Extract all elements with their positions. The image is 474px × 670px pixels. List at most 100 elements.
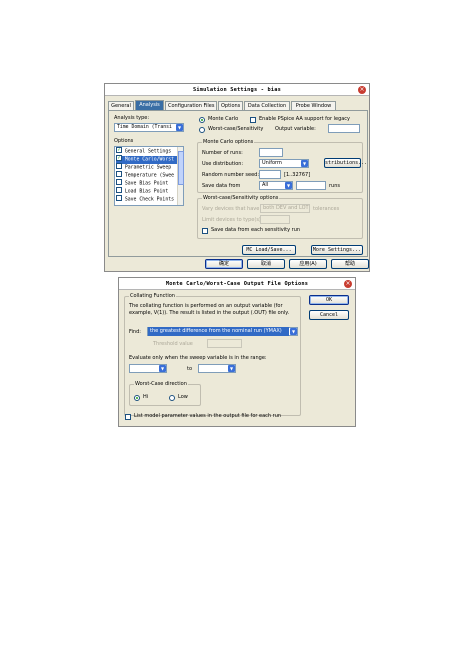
output-file-options-title: Monte Carlo/Worst-Case Output File Optio… (119, 278, 355, 290)
cancel-button[interactable]: 取消 (247, 259, 285, 269)
number-of-runs-label: Number of runs: (202, 150, 243, 156)
list-item-label: Parametric Sweep (124, 165, 172, 171)
enable-pspice-aa-label: Enable PSpice AA support for legacy (259, 116, 351, 122)
worst-case-options-label: Worst-case/Sensitivity options (202, 195, 280, 202)
checkbox-parametric-sweep[interactable] (116, 163, 122, 169)
chevron-down-icon[interactable]: ▼ (159, 365, 166, 372)
checkbox-save-check-points[interactable] (116, 195, 122, 201)
chevron-down-icon[interactable]: ▼ (176, 124, 183, 131)
checkbox-general-settings[interactable]: ✓ (116, 147, 122, 153)
chevron-down-icon[interactable]: ▼ (301, 160, 308, 167)
list-item[interactable]: Save Check Points (116, 195, 178, 204)
close-icon[interactable]: × (358, 86, 366, 94)
checkbox-monte-carlo[interactable]: ✓ (116, 155, 122, 161)
tab-analysis[interactable]: Analysis (135, 100, 164, 110)
find-select[interactable]: the greatest difference from the nominal… (147, 327, 298, 336)
worst-case-direction-label: Worst-Case direction (134, 381, 188, 388)
number-of-runs-input[interactable] (259, 148, 283, 157)
save-sensitivity-checkbox[interactable] (202, 228, 208, 234)
tab-probe-window[interactable]: Probe Window (291, 101, 336, 110)
list-item-label: Monte Carlo/Worst (124, 157, 174, 163)
find-value: the greatest difference from the nominal… (148, 327, 289, 336)
close-icon[interactable]: × (344, 280, 352, 288)
output-variable-input[interactable] (328, 124, 360, 133)
list-model-params-checkbox[interactable] (125, 414, 131, 420)
tab-data-collection[interactable]: Data Collection (244, 101, 290, 110)
chevron-down-icon[interactable]: ▼ (228, 365, 235, 372)
random-seed-input[interactable] (259, 170, 281, 179)
vary-devices-select[interactable]: both DEV and LOT (260, 204, 310, 213)
range-from-select[interactable]: ▼ (129, 364, 167, 373)
output-variable-label: Output variable: (275, 126, 316, 132)
save-data-from-select[interactable]: All ▼ (259, 181, 293, 190)
use-distribution-select[interactable]: Uniform ▼ (259, 159, 309, 168)
analysis-type-select[interactable]: Time Domain (Transi ▼ (114, 123, 184, 132)
distributions-button[interactable]: stributions... (324, 158, 367, 168)
scrollbar-thumb[interactable] (178, 151, 184, 185)
checkbox-load-bias-point[interactable] (116, 187, 122, 193)
list-item-label: Save Bias Point (124, 181, 169, 187)
chevron-down-icon[interactable]: ▼ (285, 182, 292, 189)
ok-button[interactable]: 确定 (205, 259, 243, 269)
tab-configuration-files[interactable]: Configuration Files (165, 101, 217, 110)
analysis-type-value: Time Domain (Transi (117, 125, 172, 130)
enable-pspice-aa-checkbox[interactable] (250, 117, 256, 123)
list-item-label: Save Check Points (124, 197, 174, 203)
more-settings-button[interactable]: More Settings... (311, 245, 363, 255)
ok-button[interactable]: OK (309, 295, 349, 305)
options-label: Options (114, 138, 134, 144)
monte-carlo-options-label: Monte Carlo options (202, 139, 255, 146)
worst-case-radio[interactable] (199, 127, 205, 133)
vary-devices-value: both DEV and LOT (263, 205, 309, 211)
worst-case-direction-group: Worst-Case direction Hi Low (129, 381, 201, 406)
apply-button[interactable]: 应用(A) (289, 259, 327, 269)
chevron-down-icon[interactable]: ▼ (290, 328, 297, 335)
find-label: Find: (129, 329, 141, 335)
low-radio[interactable] (169, 395, 175, 401)
simulation-settings-title: Simulation Settings - bias (105, 84, 369, 96)
list-item-label: Load Bias Point (124, 189, 169, 195)
list-item[interactable]: Parametric Sweep (116, 163, 178, 172)
tab-options[interactable]: Options (218, 101, 243, 110)
runs-label: runs (329, 183, 340, 189)
save-data-runs-input[interactable] (296, 181, 326, 190)
limit-devices-label: Limit devices to type(s) (202, 217, 261, 223)
threshold-input[interactable] (207, 339, 242, 348)
list-model-params-label: List model parameter values in the outpu… (134, 413, 282, 419)
to-label: to (187, 366, 193, 372)
collating-description: The collating function is performed on a… (129, 303, 290, 316)
low-radio-label: Low (178, 394, 188, 400)
tab-general[interactable]: General (108, 101, 134, 110)
help-button[interactable]: 帮助 (331, 259, 369, 269)
list-item[interactable]: Temperature (Swee (116, 171, 178, 180)
monte-carlo-radio-label: Monte Carlo (208, 116, 239, 122)
evaluate-range-label: Evaluate only when the sweep variable is… (129, 355, 267, 361)
list-item[interactable]: Save Bias Point (116, 179, 178, 188)
options-scrollbar[interactable] (177, 147, 184, 205)
vary-devices-label: Vary devices that have (202, 206, 260, 212)
hi-radio-label: Hi (143, 394, 149, 400)
list-item[interactable]: ✓ General Settings (116, 147, 178, 156)
range-to-select[interactable]: ▼ (198, 364, 236, 373)
cancel-button[interactable]: Cancel (309, 310, 349, 320)
save-data-from-label: Save data from (202, 183, 241, 189)
analysis-tab-panel: Analysis type: Time Domain (Transi ▼ Opt… (108, 110, 368, 257)
save-sensitivity-label: Save data from each sensitivity run (211, 227, 301, 233)
checkbox-temperature[interactable] (116, 171, 122, 177)
monte-carlo-options-group: Monte Carlo options Number of runs: Use … (197, 139, 367, 193)
hi-radio[interactable] (134, 395, 140, 401)
random-seed-label: Random number seed: (202, 172, 260, 178)
checkbox-save-bias-point[interactable] (116, 179, 122, 185)
options-listbox[interactable]: ✓ General Settings ✓ Monte Carlo/Worst P… (114, 146, 184, 206)
list-item[interactable]: Load Bias Point (116, 187, 178, 196)
list-item-label: Temperature (Swee (124, 173, 174, 179)
simulation-settings-dialog: Simulation Settings - bias × General Ana… (104, 83, 370, 272)
limit-devices-input[interactable] (260, 215, 290, 224)
monte-carlo-radio[interactable] (199, 117, 205, 123)
mc-load-save-button[interactable]: MC Load/Save... (242, 245, 296, 255)
collating-function-group: Collating Function The collating functio… (124, 293, 301, 416)
random-seed-range: [1..32767] (284, 172, 311, 178)
worst-case-options-group: Worst-case/Sensitivity options Vary devi… (197, 195, 363, 239)
list-item[interactable]: ✓ Monte Carlo/Worst (116, 155, 178, 164)
tolerances-label: tolerances (313, 206, 340, 212)
